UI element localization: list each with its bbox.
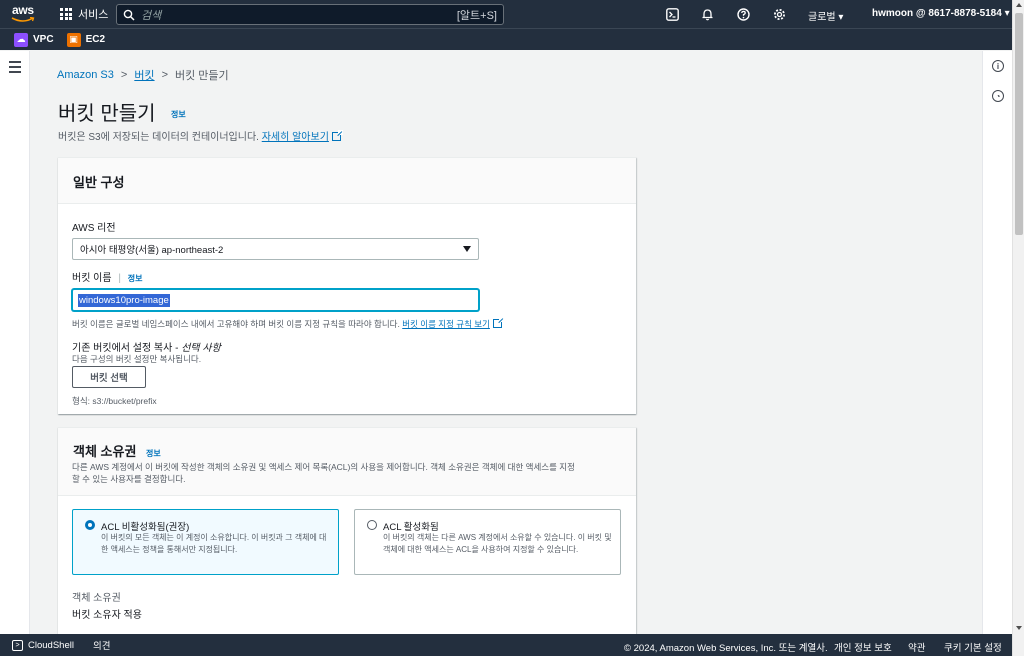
terms-link[interactable]: 약관 — [908, 640, 925, 654]
scroll-down-icon[interactable] — [1016, 626, 1022, 630]
aws-smile-icon — [11, 17, 35, 22]
page-title: 버킷 만들기 — [58, 103, 156, 125]
services-menu[interactable]: 서비스 — [60, 0, 108, 28]
chevron-right-icon: > — [120, 69, 128, 81]
main-content: Amazon S3 > 버킷 > 버킷 만들기 버킷 만들기 정보 버킷은 S3… — [30, 51, 982, 634]
search-placeholder: 검색 — [141, 9, 162, 22]
services-label: 서비스 — [78, 9, 109, 21]
acl-disabled-option[interactable]: ACL 비활성화됨(권장) 이 버킷의 모든 객체는 이 계정이 소유합니다. … — [72, 509, 339, 575]
acl-disabled-desc: 이 버킷의 모든 객체는 이 계정이 소유합니다. 이 버킷과 그 객체에 대한… — [101, 533, 327, 554]
aws-logo[interactable]: aws — [8, 0, 56, 28]
account-menu[interactable]: hwmoon @ 8617-8878-5184 ▾ — [872, 8, 1010, 19]
acl-disabled-radio[interactable] — [85, 520, 95, 530]
owner-label: 객체 소유권 — [72, 593, 121, 604]
scroll-up-icon[interactable] — [1016, 3, 1022, 7]
general-config-title: 일반 구성 — [73, 175, 125, 190]
cloudshell-icon[interactable] — [664, 6, 680, 22]
external-link-icon — [331, 130, 343, 141]
object-ownership-title: 객체 소유권 정보 — [73, 441, 161, 460]
object-ownership-info-link[interactable]: 정보 — [146, 449, 161, 458]
ownership-desc-line1: 다른 AWS 계정에서 이 버킷에 작성한 객체의 소유권 및 액세스 제어 목… — [72, 462, 575, 472]
general-config-panel: 일반 구성 AWS 리전 아시아 태평양(서울) ap-northeast-2 … — [58, 157, 636, 414]
copyright: © 2024, Amazon Web Services, Inc. 또는 계열사… — [624, 643, 828, 654]
cloudshell-footer-icon: > — [12, 639, 23, 651]
breadcrumb-current: 버킷 만들기 — [175, 70, 229, 82]
bucket-name-input[interactable]: windows10pro-image — [72, 289, 479, 311]
bucket-name-hint-text: 버킷 이름은 글로벌 네임스페이스 내에서 고유해야 하며 버킷 이름 지정 규… — [72, 319, 400, 329]
caret-down-icon — [463, 246, 471, 252]
menu-icon[interactable] — [9, 61, 21, 76]
external-link-icon — [492, 317, 504, 328]
feedback-link[interactable]: 의견 — [93, 638, 110, 652]
breadcrumb-s3[interactable]: Amazon S3 — [57, 69, 114, 81]
help-icon[interactable] — [735, 6, 751, 22]
cloudshell-link[interactable]: CloudShell — [28, 640, 74, 651]
object-ownership-title-text: 객체 소유권 — [73, 444, 137, 459]
info-icon[interactable]: i — [992, 60, 1004, 72]
chevron-right-icon: > — [161, 69, 168, 81]
aws-logo-text: aws — [12, 3, 34, 17]
right-rail: i ◔ — [982, 51, 1012, 634]
breadcrumb-buckets[interactable]: 버킷 — [134, 67, 154, 83]
acl-enabled-option[interactable]: ACL 활성화됨 이 버킷의 객체는 다른 AWS 계정에서 소유할 수 있습니… — [354, 509, 621, 575]
search-input[interactable]: 검색 [알트+S] — [116, 4, 504, 25]
format-hint: 형식: s3://bucket/prefix — [72, 396, 157, 406]
favorite-vpc-label: VPC — [33, 34, 54, 45]
acl-disabled-title: ACL 비활성화됨(권장) — [101, 522, 190, 533]
ec2-icon: ▣ — [66, 32, 81, 47]
naming-rules-link[interactable]: 버킷 이름 지정 규칙 보기 — [402, 319, 490, 329]
favorite-vpc[interactable]: ☁ VPC — [14, 32, 54, 47]
breadcrumb: Amazon S3 > 버킷 > 버킷 만들기 — [57, 67, 229, 83]
bucket-name-hint: 버킷 이름은 글로벌 네임스페이스 내에서 고유해야 하며 버킷 이름 지정 규… — [72, 317, 504, 330]
cookie-preferences-link[interactable]: 쿠키 기본 설정 — [944, 640, 1002, 654]
bell-icon[interactable] — [699, 6, 715, 22]
acl-enabled-title: ACL 활성화됨 — [383, 522, 439, 533]
bucket-name-label-text: 버킷 이름 — [72, 273, 112, 284]
favorites-bar: ☁ VPC ▣ EC2 — [0, 28, 1012, 50]
bucket-name-info-link[interactable]: 정보 — [128, 274, 143, 283]
page-description: 버킷은 S3에 저장되는 데이터의 컨테이너입니다. 자세히 알아보기 — [58, 128, 343, 143]
object-ownership-panel: 객체 소유권 정보 다른 AWS 계정에서 이 버킷에 작성한 객체의 소유권 … — [58, 427, 636, 634]
region-select-value: 아시아 태평양(서울) ap-northeast-2 — [80, 245, 224, 256]
search-shortcut: [알트+S] — [456, 9, 497, 22]
favorite-ec2-label: EC2 — [85, 34, 106, 45]
footer: > CloudShell 의견 © 2024, Amazon Web Servi… — [0, 634, 1012, 656]
gear-icon[interactable] — [771, 6, 787, 22]
page-description-text: 버킷은 S3에 저장되는 데이터의 컨테이너입니다. — [58, 132, 259, 143]
learn-more-link[interactable]: 자세히 알아보기 — [262, 132, 329, 143]
region-selector[interactable]: 글로벌 ▾ — [808, 8, 843, 23]
copy-settings-desc: 다음 구성의 버킷 설정만 복사됩니다. — [72, 354, 202, 364]
favorite-ec2[interactable]: ▣ EC2 — [66, 32, 106, 47]
vpc-icon: ☁ — [14, 32, 28, 47]
scroll-thumb[interactable] — [1015, 13, 1023, 235]
region-select[interactable]: 아시아 태평양(서울) ap-northeast-2 — [72, 238, 479, 260]
page-scrollbar[interactable] — [1012, 0, 1024, 656]
region-label: AWS 리전 — [72, 223, 116, 234]
owner-value: 버킷 소유자 적용 — [72, 610, 142, 621]
history-icon[interactable]: ◔ — [992, 90, 1004, 102]
search-icon — [123, 9, 135, 21]
bucket-name-value: windows10pro-image — [78, 293, 170, 307]
bucket-name-label: 버킷 이름 | 정보 — [72, 273, 143, 284]
choose-bucket-button[interactable]: 버킷 선택 — [72, 366, 146, 388]
acl-enabled-radio[interactable] — [367, 520, 377, 530]
page-info-link[interactable]: 정보 — [171, 109, 186, 120]
acl-enabled-desc: 이 버킷의 객체는 다른 AWS 계정에서 소유할 수 있습니다. 이 버킷 및… — [383, 533, 612, 554]
general-config-header: 일반 구성 — [58, 158, 636, 204]
copy-settings-label: 기존 버킷에서 설정 복사 - 선택 사항 — [72, 339, 221, 354]
ownership-desc-line2: 할 수 있는 사용자를 결정합니다. — [72, 474, 186, 484]
top-navigation: aws 서비스 검색 [알트+S] 글로벌 ▾ hwmoon @ 8617-88… — [0, 0, 1012, 28]
privacy-link[interactable]: 개인 정보 보호 — [834, 640, 892, 654]
left-rail — [0, 51, 30, 634]
grid-icon — [60, 8, 72, 20]
